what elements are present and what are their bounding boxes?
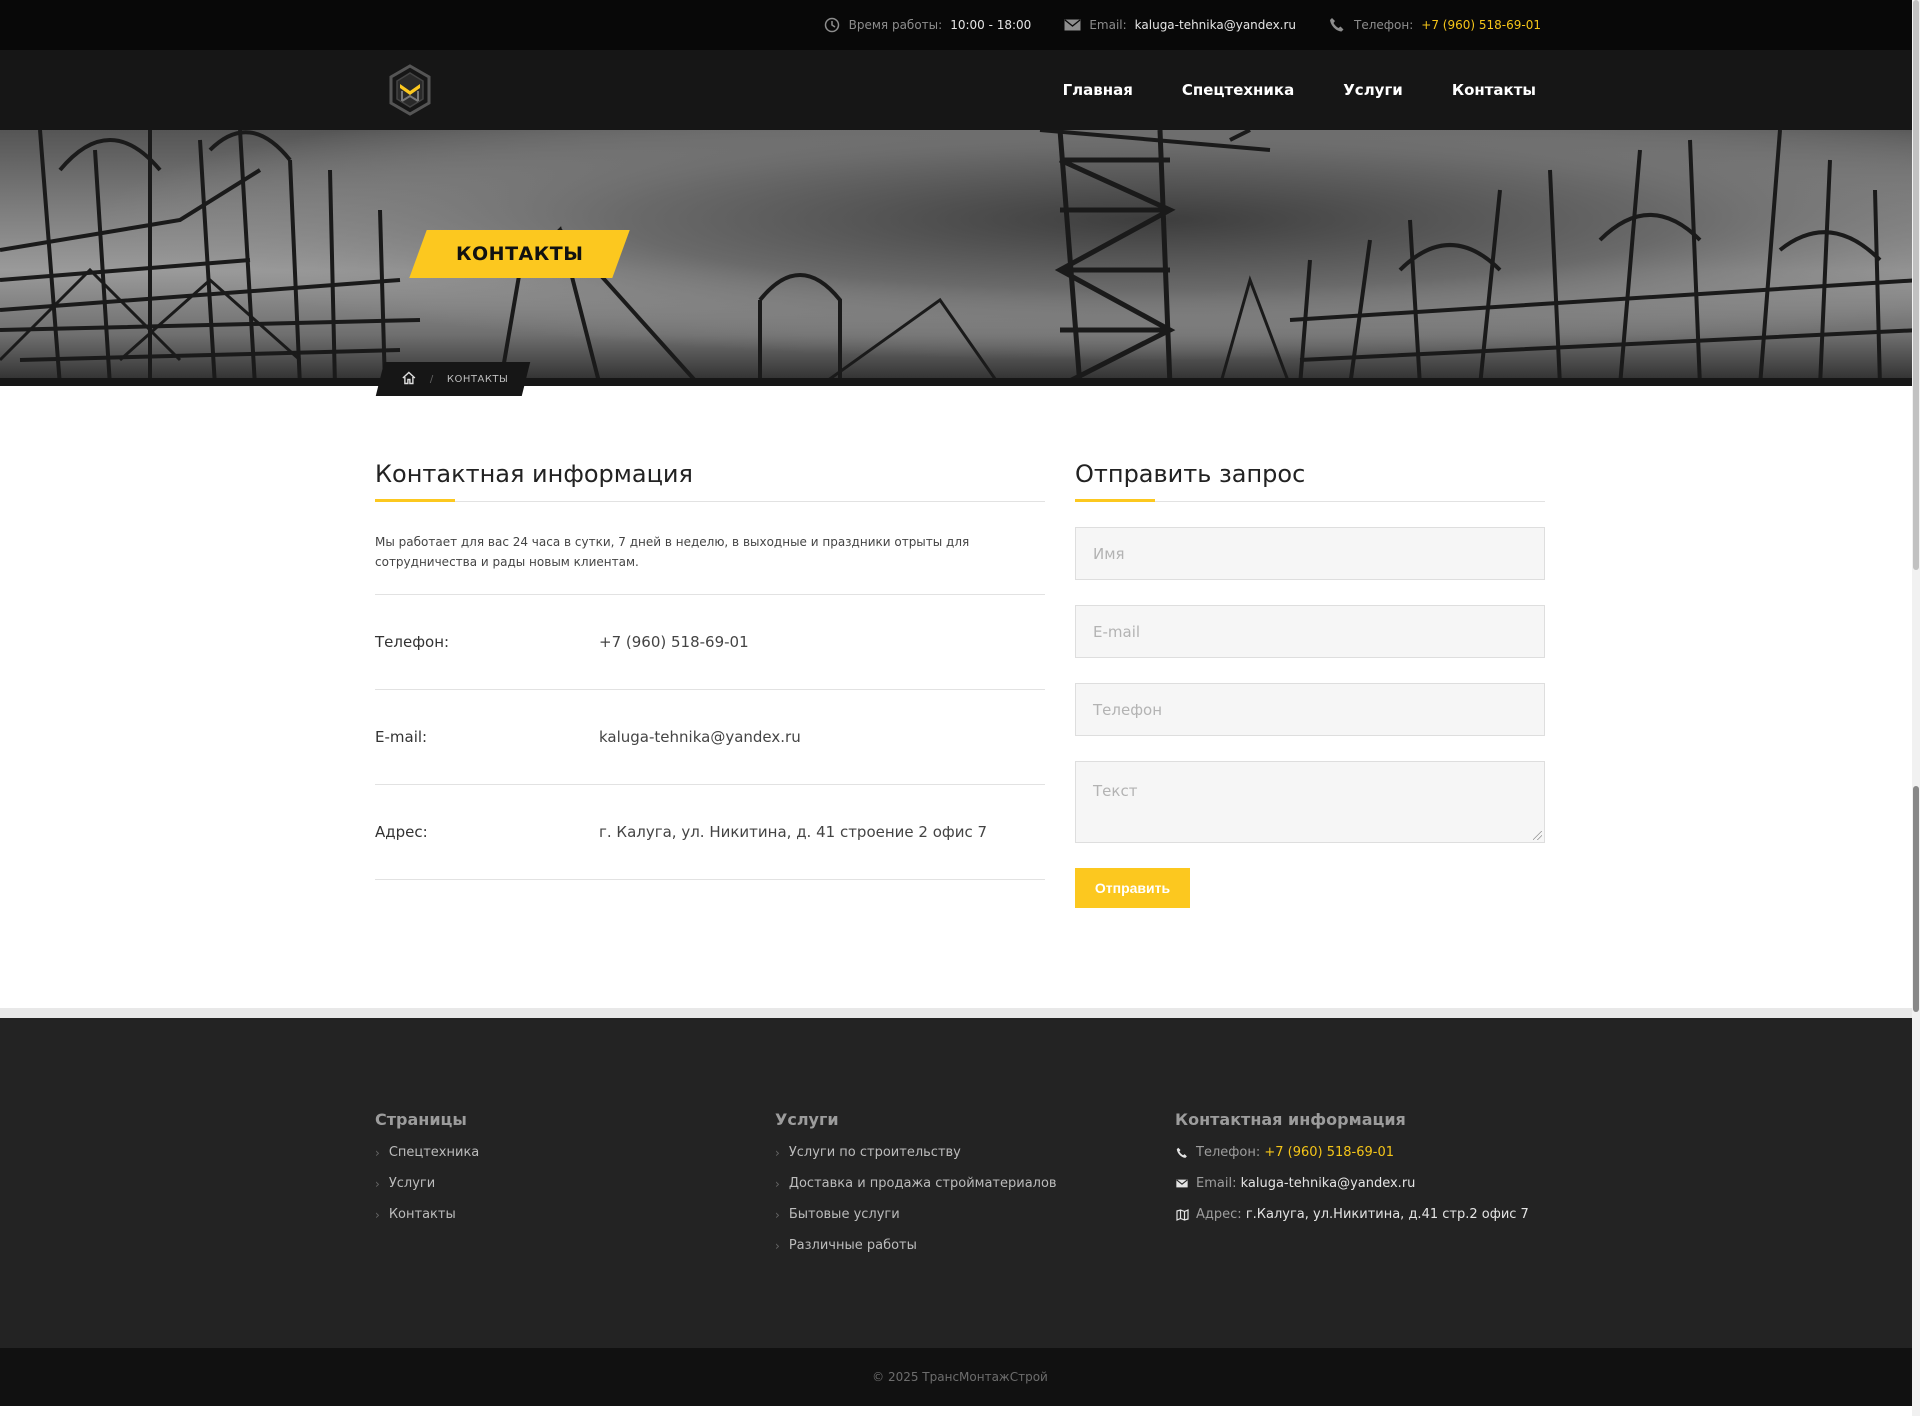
logo-icon[interactable] xyxy=(388,64,432,116)
chevron-right-icon: › xyxy=(775,1238,780,1253)
footer-email-label: Email: xyxy=(1196,1176,1237,1191)
breadcrumb: / КОНТАКТЫ xyxy=(375,362,531,396)
breadcrumb-current: КОНТАКТЫ xyxy=(447,373,509,385)
top-phone: Телефон: +7 (960) 518-69-01 xyxy=(1328,16,1541,34)
contact-row-email: E-mail: kaluga-tehnika@yandex.ru xyxy=(375,690,1045,785)
page-hero: КОНТАКТЫ xyxy=(0,130,1920,386)
contact-row-phone: Телефон: +7 (960) 518-69-01 xyxy=(375,595,1045,690)
contact-address-label: Адрес: xyxy=(375,823,428,841)
copyright-bar: © 2025 ТрансМонтажСтрой xyxy=(0,1348,1920,1406)
footer-link-label: Различные работы xyxy=(788,1238,917,1253)
scrollbar-thumb[interactable] xyxy=(1913,0,1919,570)
chevron-right-icon: › xyxy=(375,1145,380,1160)
chevron-right-icon: › xyxy=(775,1207,780,1222)
main-content: Контактная информация Мы работает для ва… xyxy=(0,386,1920,1008)
contact-info-heading: Контактная информация xyxy=(375,386,1045,502)
footer-phone-label: Телефон: xyxy=(1196,1145,1261,1160)
contact-phone-label: Телефон: xyxy=(375,633,450,651)
footer-address-value: г.Калуга, ул.Никитина, д.41 стр.2 офис 7 xyxy=(1245,1207,1529,1222)
footer-link-household[interactable]: › Бытовые услуги xyxy=(775,1199,1057,1230)
footer-address: Адрес: г.Калуга, ул.Никитина, д.41 стр.2… xyxy=(1175,1199,1529,1230)
hero-title: КОНТАКТЫ xyxy=(456,243,584,265)
footer-link-various[interactable]: › Различные работы xyxy=(775,1230,1057,1261)
clock-icon xyxy=(823,16,841,34)
phone-value[interactable]: +7 (960) 518-69-01 xyxy=(1421,18,1541,32)
contact-info-section: Контактная информация Мы работает для ва… xyxy=(375,386,1045,880)
top-bar: Время работы: 10:00 - 18:00 Email: kalug… xyxy=(0,0,1920,50)
mail-icon xyxy=(1175,1179,1189,1188)
nav-home[interactable]: Главная xyxy=(1063,81,1133,99)
footer-link-label: Услуги xyxy=(388,1176,436,1191)
chevron-right-icon: › xyxy=(775,1145,780,1160)
footer-separator xyxy=(0,1008,1920,1018)
footer-services-heading: Услуги xyxy=(775,1110,839,1129)
construction-background-image xyxy=(0,130,1920,386)
email-input-placeholder: E-mail xyxy=(1093,622,1141,641)
footer-contacts: Контактная информация Телефон: +7 (960) … xyxy=(1175,1110,1529,1230)
footer-link-special-equipment[interactable]: › Спецтехника xyxy=(375,1137,479,1168)
footer-link-label: Бытовые услуги xyxy=(788,1207,900,1222)
footer-link-label: Контакты xyxy=(388,1207,456,1222)
footer-link-construction[interactable]: › Услуги по строительству xyxy=(775,1137,1057,1168)
phone-label: Телефон: xyxy=(1354,18,1414,32)
footer-email: Email: kaluga-tehnika@yandex.ru xyxy=(1175,1168,1529,1199)
nav-special-equipment[interactable]: Спецтехника xyxy=(1182,81,1294,99)
footer-email-value[interactable]: kaluga-tehnika@yandex.ru xyxy=(1241,1176,1416,1191)
home-icon[interactable] xyxy=(402,370,416,389)
contact-intro-text: Мы работает для вас 24 часа в сутки, 7 д… xyxy=(375,502,1045,595)
request-form-section: Отправить запрос Имя E-mail Телефон Текс… xyxy=(1075,386,1545,908)
nav-contacts[interactable]: Контакты xyxy=(1452,81,1536,99)
hours-value: 10:00 - 18:00 xyxy=(950,18,1032,32)
hero-title-badge: КОНТАКТЫ xyxy=(409,230,631,278)
email-value[interactable]: kaluga-tehnika@yandex.ru xyxy=(1135,18,1296,32)
hero-bottom-strip xyxy=(0,378,1920,386)
footer-link-contacts[interactable]: › Контакты xyxy=(375,1199,479,1230)
footer-link-label: Спецтехника xyxy=(388,1145,480,1160)
page-scrollbar[interactable] xyxy=(1912,0,1920,1416)
chevron-right-icon: › xyxy=(775,1176,780,1191)
footer-services: Услуги › Услуги по строительству › Доставк… xyxy=(775,1110,1057,1261)
name-input[interactable]: Имя xyxy=(1075,527,1545,580)
map-icon xyxy=(1175,1208,1189,1221)
email-input[interactable]: E-mail xyxy=(1075,605,1545,658)
name-input-placeholder: Имя xyxy=(1093,544,1125,563)
footer-phone-value[interactable]: +7 (960) 518-69-01 xyxy=(1264,1145,1394,1160)
nav-services[interactable]: Услуги xyxy=(1343,81,1403,99)
contact-row-address: Адрес: г. Калуга, ул. Никитина, д. 41 ст… xyxy=(375,785,1045,880)
footer-link-services[interactable]: › Услуги xyxy=(375,1168,479,1199)
phone-icon xyxy=(1175,1147,1189,1159)
phone-input-placeholder: Телефон xyxy=(1093,700,1163,719)
site-footer: Страницы › Спецтехника › Услуги › Контакты … xyxy=(0,1018,1920,1348)
mail-icon xyxy=(1063,16,1081,34)
contact-email-value[interactable]: kaluga-tehnika@yandex.ru xyxy=(599,728,801,746)
phone-input[interactable]: Телефон xyxy=(1075,683,1545,736)
phone-icon xyxy=(1328,16,1346,34)
message-textarea[interactable]: Текст xyxy=(1075,761,1545,843)
site-header: Главная Спецтехника Услуги Контакты xyxy=(0,50,1920,130)
contact-email-label: E-mail: xyxy=(375,728,428,746)
contact-phone-value[interactable]: +7 (960) 518-69-01 xyxy=(599,633,749,651)
footer-pages-heading: Страницы xyxy=(375,1110,467,1129)
footer-contacts-heading: Контактная информация xyxy=(1175,1110,1406,1129)
footer-link-label: Услуги по строительству xyxy=(788,1145,961,1160)
footer-pages: Страницы › Спецтехника › Услуги › Контакты xyxy=(375,1110,479,1230)
footer-phone: Телефон: +7 (960) 518-69-01 xyxy=(1175,1137,1529,1168)
chevron-right-icon: › xyxy=(375,1176,380,1191)
footer-link-label: Доставка и продажа стройматериалов xyxy=(788,1176,1057,1191)
breadcrumb-separator: / xyxy=(430,373,434,385)
message-textarea-placeholder: Текст xyxy=(1093,782,1138,800)
email-label: Email: xyxy=(1089,18,1127,32)
submit-button[interactable]: Отправить xyxy=(1075,868,1190,908)
chevron-right-icon: › xyxy=(375,1207,380,1222)
scrollbar-thumb-secondary[interactable] xyxy=(1913,786,1919,1012)
copyright-text: © 2025 ТрансМонтажСтрой xyxy=(872,1370,1048,1384)
working-hours: Время работы: 10:00 - 18:00 xyxy=(823,16,1032,34)
hours-label: Время работы: xyxy=(848,18,943,32)
top-email: Email: kaluga-tehnika@yandex.ru xyxy=(1063,16,1296,34)
request-form-heading: Отправить запрос xyxy=(1075,386,1545,502)
footer-address-label: Адрес: xyxy=(1196,1207,1242,1222)
footer-link-delivery[interactable]: › Доставка и продажа стройматериалов xyxy=(775,1168,1057,1199)
main-nav: Главная Спецтехника Услуги Контакты xyxy=(1063,81,1536,99)
contact-address-value: г. Калуга, ул. Никитина, д. 41 строение … xyxy=(599,823,988,841)
